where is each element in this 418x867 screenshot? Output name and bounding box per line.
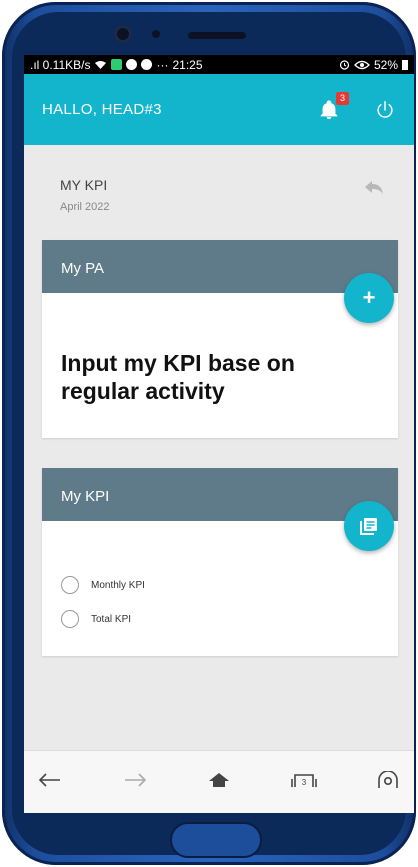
- add-pa-button[interactable]: +: [344, 273, 394, 323]
- home-button[interactable]: [205, 766, 233, 794]
- status-bar: .ıl 0.11KB/s ··· 21:25 52%: [24, 55, 414, 74]
- eye-comfort-icon: [354, 60, 370, 69]
- reply-back-icon[interactable]: [364, 179, 384, 195]
- my-kpi-card: My KPI Monthly KPI Total KPI: [42, 468, 398, 656]
- notification-count-badge: 3: [336, 91, 349, 105]
- option-label: Monthly KPI: [91, 579, 145, 591]
- kpi-options: Monthly KPI Total KPI: [61, 568, 145, 636]
- radio-button[interactable]: [61, 610, 79, 628]
- front-camera: [114, 25, 132, 43]
- earpiece-speaker: [188, 32, 246, 39]
- my-pa-card: My PA + Input my KPI base on regular act…: [42, 240, 398, 438]
- option-total-kpi[interactable]: Total KPI: [61, 602, 145, 636]
- pa-message: Input my KPI base on regular activity: [61, 350, 295, 404]
- my-pa-card-title: My PA: [42, 240, 398, 293]
- proximity-sensor: [152, 30, 160, 38]
- chat-notification-icon: [126, 59, 138, 70]
- header-actions: 3: [318, 91, 396, 121]
- screen: .ıl 0.11KB/s ··· 21:25 52% HALLO, HEAD#3: [24, 55, 414, 813]
- arrow-left-icon: [39, 773, 60, 787]
- option-monthly-kpi[interactable]: Monthly KPI: [61, 568, 145, 602]
- camera-icon: [378, 771, 398, 788]
- app-header: HALLO, HEAD#3 3: [24, 74, 414, 145]
- home-icon: [209, 773, 229, 787]
- notifications-button[interactable]: 3: [318, 91, 349, 121]
- app-notification-icon: [111, 59, 123, 70]
- alarm-icon: [339, 60, 350, 70]
- message-notification-icon: [141, 59, 153, 70]
- radio-button[interactable]: [61, 576, 79, 594]
- bottom-navigation-bar: 3: [24, 750, 414, 813]
- status-right: 52%: [339, 58, 408, 72]
- kpi-report-button[interactable]: [344, 501, 394, 551]
- physical-home-button[interactable]: [170, 822, 262, 858]
- plus-icon: +: [362, 285, 376, 310]
- power-logout-icon[interactable]: [374, 99, 396, 121]
- status-left: .ıl 0.11KB/s ··· 21:25: [30, 58, 203, 72]
- battery-icon: [402, 60, 408, 70]
- phone-frame: .ıl 0.11KB/s ··· 21:25 52% HALLO, HEAD#3: [2, 2, 416, 865]
- document-list-icon: [360, 518, 377, 535]
- status-time: 21:25: [172, 57, 203, 72]
- network-speed: .ıl 0.11KB/s: [30, 57, 91, 72]
- tab-count: 3: [301, 778, 306, 787]
- wifi-icon: [95, 60, 107, 69]
- greeting-title: HALLO, HEAD#3: [42, 101, 162, 118]
- camera-button[interactable]: [374, 766, 402, 794]
- back-button[interactable]: [36, 766, 64, 794]
- tabs-icon: 3: [290, 774, 317, 787]
- page-date: April 2022: [60, 201, 110, 213]
- page-header: MY KPI April 2022: [24, 145, 414, 243]
- battery-percent: 52%: [373, 57, 398, 72]
- option-label: Total KPI: [91, 613, 132, 625]
- arrow-right-icon: [124, 773, 146, 787]
- my-kpi-card-title: My KPI: [42, 468, 398, 521]
- tabs-button[interactable]: 3: [290, 766, 318, 794]
- page-title: MY KPI: [60, 177, 108, 193]
- forward-button[interactable]: [121, 766, 149, 794]
- more-notifications: ···: [156, 57, 169, 72]
